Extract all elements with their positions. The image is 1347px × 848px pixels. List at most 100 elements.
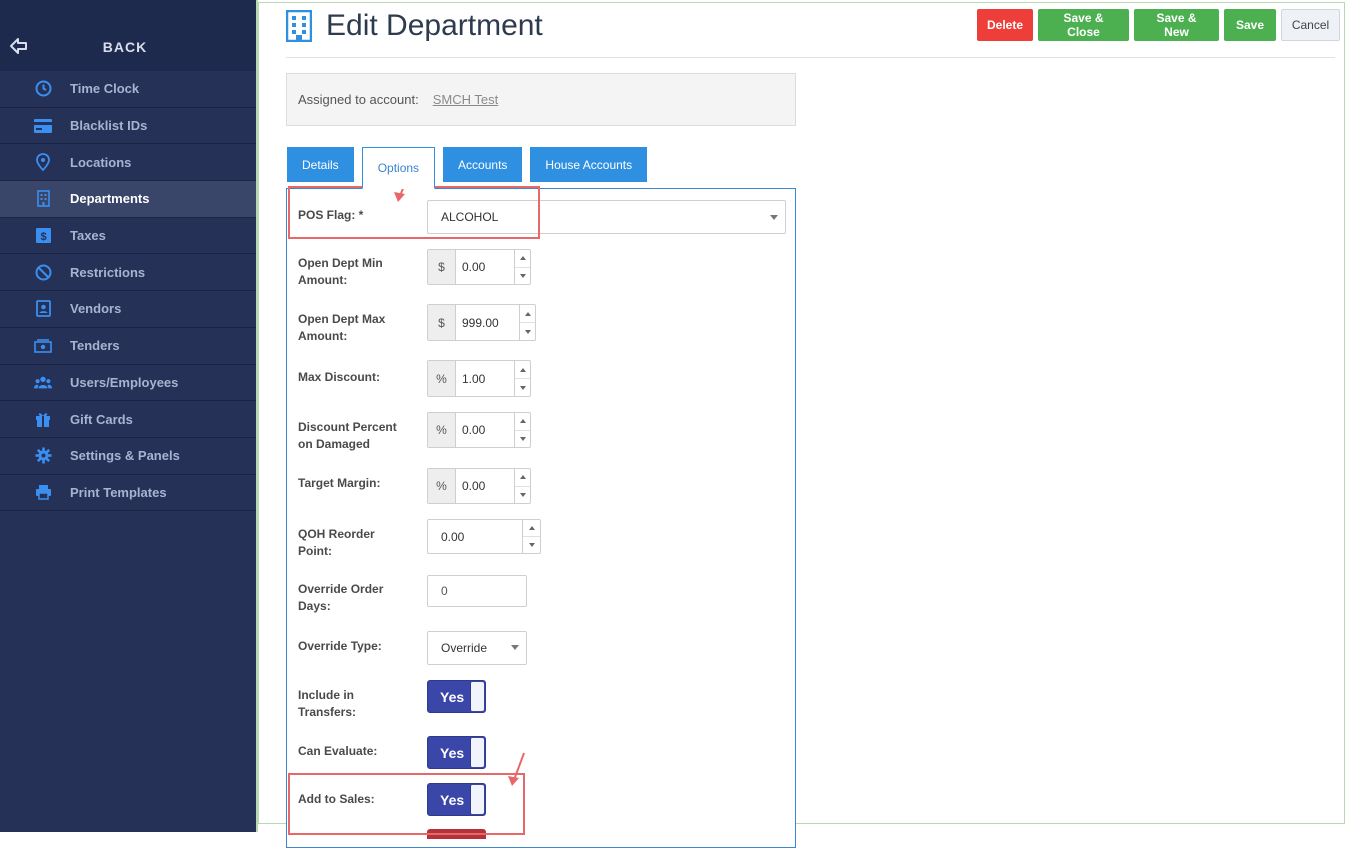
override-type-select[interactable]: Override [427, 631, 527, 665]
caret-down-icon [519, 492, 526, 497]
spinner [514, 469, 530, 503]
include-transfers-toggle[interactable]: Yes [427, 680, 486, 713]
open-max-stepper[interactable]: $ 999.00 [427, 304, 536, 341]
caret-up-icon [524, 311, 531, 316]
sidebar-item-vendors[interactable]: Vendors [0, 291, 256, 328]
qoh-reorder-label: QOH Reorder Point: [298, 526, 408, 560]
spinner [514, 250, 530, 284]
sidebar-item-locations[interactable]: Locations [0, 144, 256, 182]
sidebar-item-label: Time Clock [70, 81, 140, 97]
discount-damaged-value[interactable]: 0.00 [456, 413, 514, 447]
percent-addon: % [428, 469, 456, 503]
building-icon [286, 10, 312, 42]
tab-house-accounts[interactable]: House Accounts [530, 147, 648, 182]
can-evaluate-toggle[interactable]: Yes [427, 736, 486, 769]
increment-button[interactable] [523, 520, 540, 537]
increment-button[interactable] [515, 361, 530, 379]
sidebar-item-blacklist-ids[interactable]: Blacklist IDs [0, 108, 256, 145]
save-new-button[interactable]: Save & New [1134, 9, 1219, 41]
qoh-reorder-stepper[interactable]: 0.00 [427, 519, 541, 554]
qoh-reorder-label-line2: Point: [298, 544, 332, 558]
spinner [514, 413, 530, 447]
back-button[interactable]: BACK [0, 22, 256, 71]
discount-damaged-stepper[interactable]: % 0.00 [427, 412, 531, 448]
cancel-button[interactable]: Cancel [1281, 9, 1340, 41]
open-max-label-line1: Open Dept Max [298, 312, 386, 326]
toggle-knob [470, 682, 484, 711]
ban-icon [34, 263, 52, 281]
tab-accounts[interactable]: Accounts [443, 147, 523, 182]
tab-options[interactable]: Options [361, 147, 436, 189]
override-days-input[interactable]: 0 [427, 575, 527, 607]
sidebar-item-label: Restrictions [70, 264, 146, 280]
delete-button[interactable]: Delete [977, 9, 1033, 41]
sidebar-item-print-templates[interactable]: Print Templates [0, 475, 256, 512]
add-to-sales-toggle[interactable]: Yes [427, 783, 486, 816]
divider [256, 0, 258, 832]
chevron-down-icon [511, 645, 519, 650]
add-to-sales-label: Add to Sales: [298, 792, 375, 806]
decrement-button[interactable] [523, 537, 540, 553]
sidebar-item-tenders[interactable]: Tenders [0, 328, 256, 365]
save-close-button[interactable]: Save & Close [1038, 9, 1129, 41]
increment-button[interactable] [515, 413, 530, 431]
sidebar-item-taxes[interactable]: $ Taxes [0, 218, 256, 255]
title-divider [286, 57, 1335, 58]
save-button[interactable]: Save [1224, 9, 1276, 41]
toggle-knob [470, 785, 484, 814]
sidebar-item-users-employees[interactable]: Users/Employees [0, 365, 256, 402]
decrement-button[interactable] [515, 379, 530, 396]
next-toggle-partial[interactable] [427, 829, 486, 839]
sidebar-item-time-clock[interactable]: Time Clock [0, 71, 256, 108]
sidebar-item-settings-panels[interactable]: Settings & Panels [0, 438, 256, 475]
gift-icon [34, 410, 52, 428]
assigned-label: Assigned to account: [298, 92, 419, 107]
pos-flag-select[interactable]: ALCOHOL [427, 200, 786, 234]
decrement-button[interactable] [520, 323, 535, 340]
pos-flag-label: POS Flag: * [298, 208, 364, 222]
map-pin-icon [34, 153, 52, 172]
decrement-button[interactable] [515, 268, 530, 285]
back-label: BACK [102, 38, 148, 55]
increment-button[interactable] [520, 305, 535, 323]
toggle-knob [470, 738, 484, 767]
page-title: Edit Department [326, 9, 543, 42]
sidebar-item-restrictions[interactable]: Restrictions [0, 254, 256, 292]
sidebar-item-label: Tenders [70, 338, 120, 354]
open-max-label: Open Dept Max Amount: [298, 311, 408, 345]
open-min-stepper[interactable]: $ 0.00 [427, 249, 531, 285]
sidebar-item-label: Taxes [70, 228, 106, 244]
qoh-reorder-value[interactable]: 0.00 [428, 520, 522, 553]
discount-damaged-label-line1: Discount Percent [298, 420, 397, 434]
override-type-value: Override [441, 641, 488, 655]
users-icon [34, 373, 52, 391]
clock-icon [34, 80, 52, 98]
include-transfers-label-line2: Transfers: [298, 705, 357, 719]
sidebar-top-strip [0, 0, 256, 22]
options-form: POS Flag: * ALCOHOL Open Dept Min Amount… [286, 188, 796, 848]
caret-up-icon [519, 367, 526, 372]
tab-details[interactable]: Details [287, 147, 354, 182]
max-discount-value[interactable]: 1.00 [456, 361, 514, 396]
increment-button[interactable] [515, 469, 530, 487]
increment-button[interactable] [515, 250, 530, 268]
toolbar: Delete Save & Close Save & New Save Canc… [977, 9, 1340, 41]
target-margin-value[interactable]: 0.00 [456, 469, 514, 503]
open-min-label-line1: Open Dept Min [298, 256, 383, 270]
sidebar-item-label: Locations [70, 154, 132, 170]
sidebar-item-label: Vendors [70, 301, 122, 317]
sidebar-item-label: Gift Cards [70, 411, 133, 427]
sidebar-item-departments[interactable]: Departments [0, 181, 256, 218]
open-max-value[interactable]: 999.00 [456, 305, 519, 340]
account-link[interactable]: SMCH Test [433, 92, 499, 107]
sidebar-item-label: Departments [70, 191, 150, 207]
target-margin-stepper[interactable]: % 0.00 [427, 468, 531, 504]
sidebar-item-label: Users/Employees [70, 374, 179, 390]
decrement-button[interactable] [515, 431, 530, 448]
sidebar-item-gift-cards[interactable]: Gift Cards [0, 401, 256, 438]
open-min-value[interactable]: 0.00 [456, 250, 514, 284]
decrement-button[interactable] [515, 487, 530, 504]
money-icon [34, 337, 52, 355]
max-discount-stepper[interactable]: % 1.00 [427, 360, 531, 397]
sidebar-nav: Time Clock Blacklist IDs Locations Departme… [0, 71, 256, 512]
